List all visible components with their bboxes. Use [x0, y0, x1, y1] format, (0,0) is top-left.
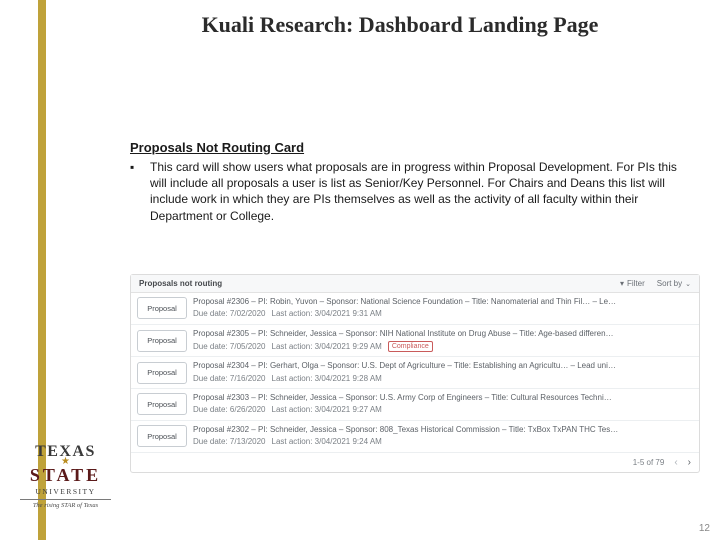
proposals-not-routing-card: Proposals not routing ▾ Filter Sort by ⌄…: [130, 274, 700, 473]
proposal-last-action: Last action: 3/04/2021 9:29 AM: [272, 342, 382, 352]
pager-next-icon[interactable]: ›: [688, 457, 691, 468]
bullet-item: ▪ This card will show users what proposa…: [130, 159, 690, 224]
proposal-summary: Proposal #2306 – PI: Robin, Yuvon – Spon…: [193, 297, 695, 307]
content-block: Proposals Not Routing Card ▪ This card w…: [130, 140, 690, 224]
proposal-due-date: Due date: 7/16/2020: [193, 374, 266, 384]
proposal-open-button[interactable]: Proposal: [137, 425, 187, 447]
proposal-due-date: Due date: 7/13/2020: [193, 437, 266, 447]
proposal-row: Proposal Proposal #2305 – PI: Schneider,…: [131, 325, 699, 357]
proposal-last-action: Last action: 3/04/2021 9:31 AM: [272, 309, 382, 319]
proposal-row: Proposal Proposal #2306 – PI: Robin, Yuv…: [131, 293, 699, 325]
logo-state: STATE: [18, 465, 113, 486]
bullet-marker: ▪: [130, 159, 150, 224]
filter-label: Filter: [627, 279, 645, 288]
filter-button[interactable]: ▾ Filter: [620, 279, 645, 288]
proposal-last-action: Last action: 3/04/2021 9:28 AM: [272, 374, 382, 384]
proposal-open-button[interactable]: Proposal: [137, 362, 187, 384]
proposal-due-date: Due date: 7/05/2020: [193, 342, 266, 352]
proposal-open-button[interactable]: Proposal: [137, 297, 187, 319]
sort-label: Sort by: [657, 279, 682, 288]
texas-state-logo: TEXAS ★ STATE UNIVERSITY The rising STAR…: [18, 444, 113, 509]
proposal-summary: Proposal #2302 – PI: Schneider, Jessica …: [193, 425, 695, 435]
page-number: 12: [699, 523, 710, 534]
proposal-last-action: Last action: 3/04/2021 9:24 AM: [272, 437, 382, 447]
proposal-row: Proposal Proposal #2303 – PI: Schneider,…: [131, 389, 699, 421]
compliance-badge: Compliance: [388, 341, 433, 352]
card-header: Proposals not routing ▾ Filter Sort by ⌄: [131, 275, 699, 293]
logo-tagline: The rising STAR of Texas: [18, 502, 113, 509]
bullet-text: This card will show users what proposals…: [150, 159, 690, 224]
chevron-down-icon: ⌄: [685, 280, 691, 288]
slide-title: Kuali Research: Dashboard Landing Page: [130, 12, 670, 38]
logo-divider: [20, 499, 111, 500]
proposal-row: Proposal Proposal #2304 – PI: Gerhart, O…: [131, 357, 699, 389]
section-heading: Proposals Not Routing Card: [130, 140, 690, 155]
pager-prev-icon[interactable]: ‹: [674, 457, 677, 468]
proposal-due-date: Due date: 7/02/2020: [193, 309, 266, 319]
proposal-open-button[interactable]: Proposal: [137, 393, 187, 415]
logo-university: UNIVERSITY: [18, 487, 113, 496]
filter-icon: ▾: [620, 279, 624, 288]
pagination-text: 1-5 of 79: [633, 458, 665, 467]
proposal-summary: Proposal #2305 – PI: Schneider, Jessica …: [193, 329, 695, 339]
proposal-last-action: Last action: 3/04/2021 9:27 AM: [272, 405, 382, 415]
proposal-due-date: Due date: 6/26/2020: [193, 405, 266, 415]
sort-button[interactable]: Sort by ⌄: [657, 279, 691, 288]
proposal-summary: Proposal #2303 – PI: Schneider, Jessica …: [193, 393, 695, 403]
card-title: Proposals not routing: [139, 279, 222, 288]
proposal-open-button[interactable]: Proposal: [137, 330, 187, 352]
proposal-row: Proposal Proposal #2302 – PI: Schneider,…: [131, 421, 699, 453]
proposal-summary: Proposal #2304 – PI: Gerhart, Olga – Spo…: [193, 361, 695, 371]
card-footer: 1-5 of 79 ‹ ›: [131, 453, 699, 472]
